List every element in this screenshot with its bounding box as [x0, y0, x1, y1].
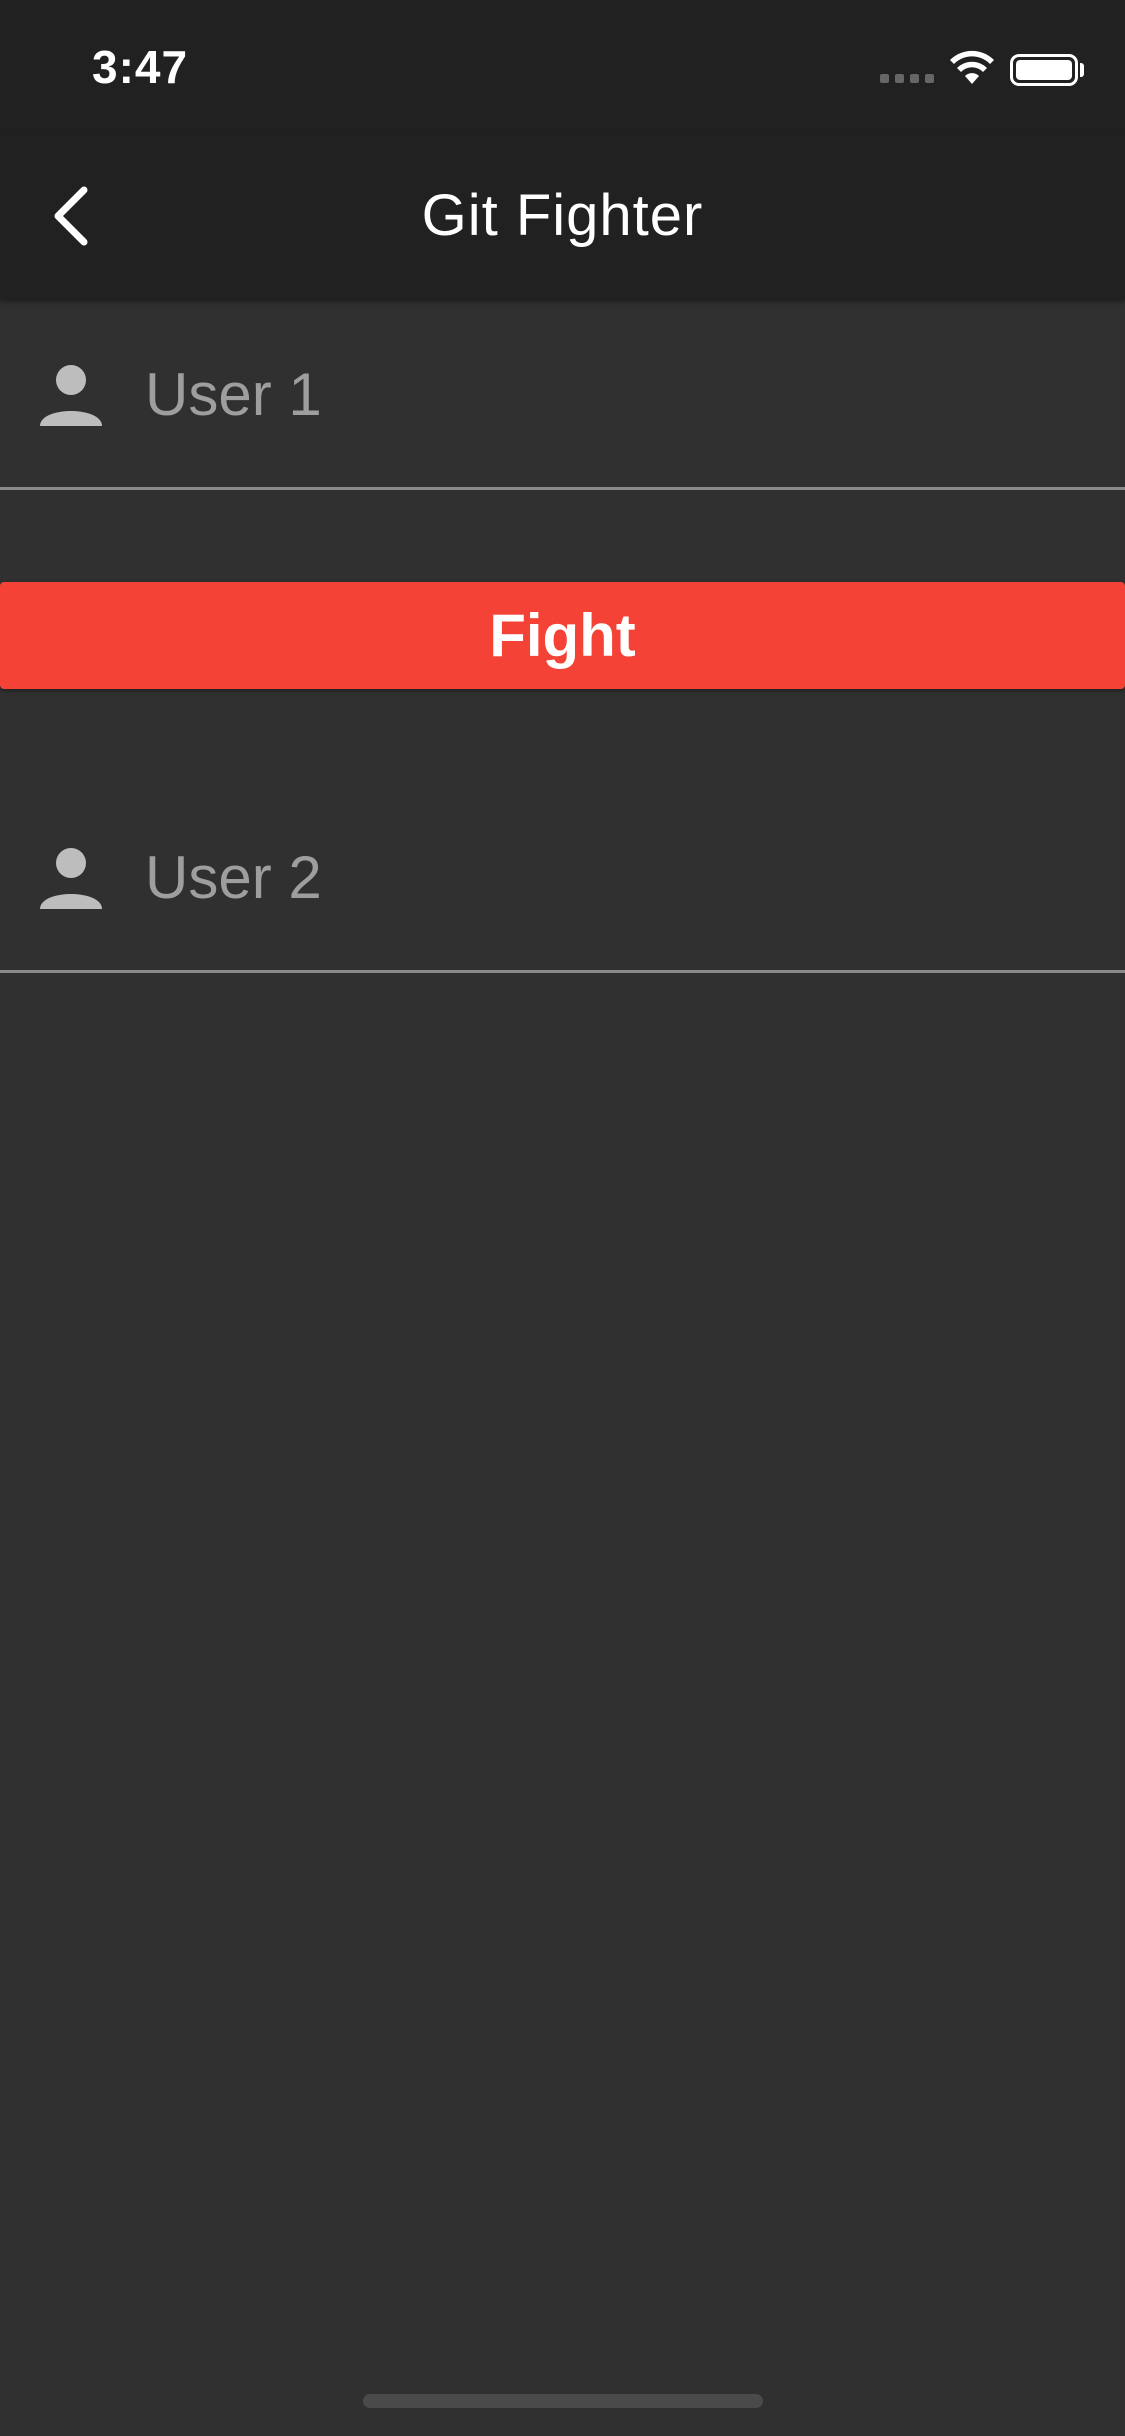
status-time: 3:47 [92, 41, 189, 93]
user1-field[interactable] [0, 300, 1125, 490]
wifi-icon [950, 50, 994, 84]
page-title: Git Fighter [421, 183, 704, 248]
battery-icon [1010, 54, 1078, 86]
home-indicator[interactable] [363, 2394, 763, 2408]
status-bar: 3:47 [0, 0, 1125, 132]
person-icon [40, 848, 102, 909]
user2-field[interactable] [0, 783, 1125, 973]
user2-input[interactable] [145, 843, 1045, 912]
cellular-signal-icon [880, 74, 934, 83]
battery-nub [1080, 63, 1084, 77]
user1-input[interactable] [145, 360, 1045, 429]
app-bar: Git Fighter [0, 132, 1125, 300]
person-icon [40, 365, 102, 426]
fight-button[interactable]: Fight [0, 582, 1125, 689]
